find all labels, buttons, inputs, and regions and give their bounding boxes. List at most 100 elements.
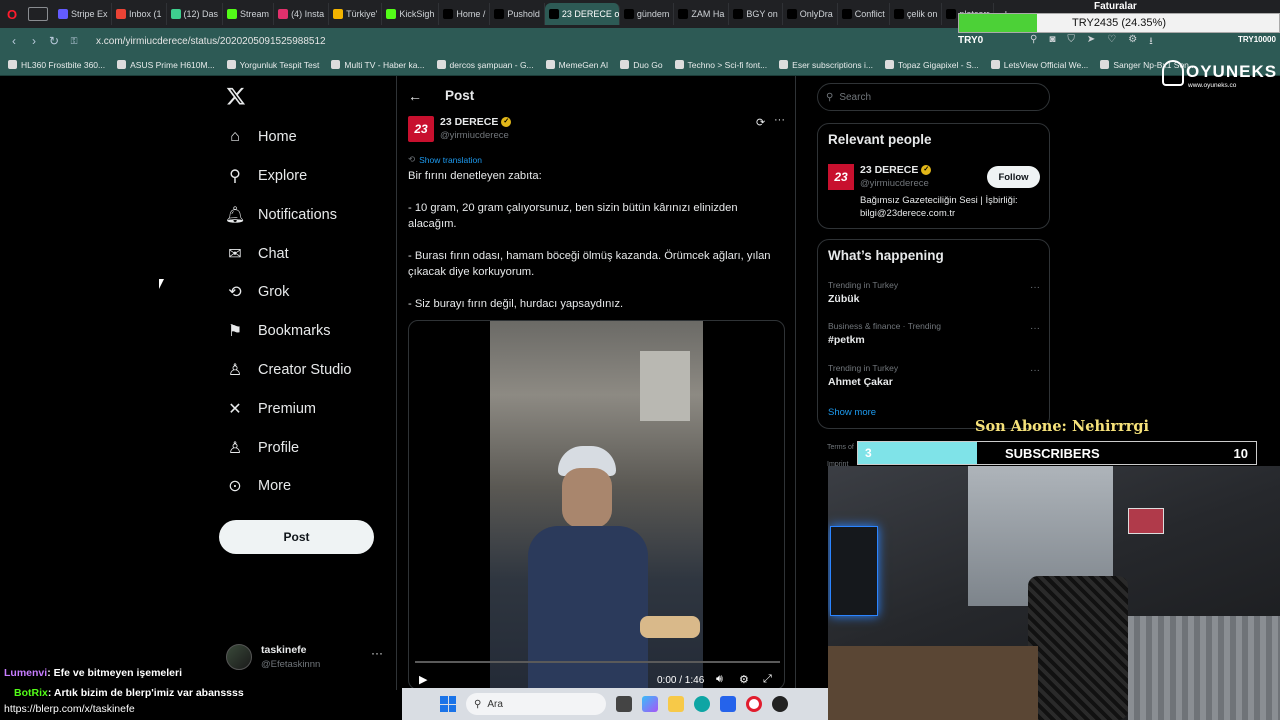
search-input[interactable]: ⚲ Search bbox=[817, 83, 1050, 111]
browser-tab[interactable]: KickSigh bbox=[382, 3, 440, 25]
trend-item[interactable]: Trending in Turkey Ahmet Çakar ··· bbox=[828, 363, 1040, 395]
post-text-line-2: - 10 gram, 20 gram çalıyorsunuz, ben siz… bbox=[408, 202, 738, 230]
more-dots-icon[interactable]: ··· bbox=[1030, 282, 1040, 293]
nav-item-explore[interactable]: ⚲ Explore bbox=[226, 162, 307, 190]
obs-icon[interactable] bbox=[772, 696, 788, 712]
browser-tab[interactable]: gündem bbox=[620, 3, 675, 25]
browser-tab[interactable]: OnlyDra bbox=[783, 3, 838, 25]
opera-icon[interactable] bbox=[746, 696, 762, 712]
heart-icon[interactable]: ♡ bbox=[1107, 34, 1116, 51]
browser-tab[interactable]: 23 DERECE on bbox=[544, 3, 620, 25]
account-switcher[interactable]: taskinefe @Efetaskinnn ··· bbox=[226, 642, 386, 676]
bookmark-item[interactable]: MemeGen AI bbox=[545, 60, 608, 70]
windows-taskbar: ⚲ Ara bbox=[402, 688, 828, 720]
bookmark-item[interactable]: ASUS Prime H610M... bbox=[117, 60, 215, 70]
browser-tab[interactable]: Home / bbox=[439, 3, 491, 25]
follow-button[interactable]: Follow bbox=[987, 166, 1040, 188]
more-dots-icon[interactable]: ··· bbox=[1030, 323, 1040, 334]
pin-icon[interactable]: ⚲ bbox=[1030, 34, 1037, 51]
creator-icon: ♙ bbox=[227, 362, 243, 379]
trend-meta: Business & finance · Trending bbox=[828, 321, 941, 331]
file-explorer-icon[interactable] bbox=[668, 696, 684, 712]
nav-item-notifications[interactable]: 🔔︎ Notifications bbox=[225, 201, 337, 229]
reload-icon[interactable]: ↻ bbox=[44, 34, 64, 48]
person-name[interactable]: 23 DERECE ✓ bbox=[860, 164, 932, 176]
x-logo-icon[interactable] bbox=[226, 86, 246, 108]
browser-tab[interactable]: Conflict bbox=[838, 3, 890, 25]
copilot-icon[interactable] bbox=[642, 696, 658, 712]
shield-icon[interactable]: ⛉ bbox=[1067, 34, 1075, 51]
more-dots-icon[interactable]: ··· bbox=[774, 114, 785, 126]
start-icon[interactable] bbox=[440, 696, 456, 712]
nav-item-premium[interactable]: ✕ Premium bbox=[226, 395, 316, 423]
camera-icon[interactable]: ◙ bbox=[1049, 34, 1055, 51]
nav-item-chat[interactable]: ✉ Chat bbox=[226, 240, 288, 268]
more-dots-icon[interactable]: ··· bbox=[1030, 365, 1040, 376]
more-dots-icon[interactable]: ··· bbox=[371, 646, 383, 660]
browser-tab[interactable]: (12) Das bbox=[167, 3, 224, 25]
bookmark-item[interactable]: LetsView Official We... bbox=[990, 60, 1088, 70]
security-icon[interactable]: ⚿ bbox=[64, 36, 84, 47]
forward-icon[interactable]: › bbox=[24, 34, 44, 48]
tab-overview-icon[interactable] bbox=[28, 7, 48, 21]
browser-tab[interactable]: BGY on bbox=[729, 3, 783, 25]
bookmark-item[interactable]: HL360 Frostbite 360... bbox=[8, 60, 105, 70]
nav-item-grok[interactable]: ⟲ Grok bbox=[226, 278, 289, 306]
bookmark-item[interactable]: Topaz Gigapixel - S... bbox=[884, 60, 979, 70]
nav-item-bookmarks[interactable]: ⚑ Bookmarks bbox=[226, 317, 331, 345]
author-handle[interactable]: @yirmiucderece bbox=[440, 130, 509, 141]
donation-goal-text: TRY2435 (24.35%) bbox=[1072, 17, 1166, 29]
share-icon[interactable]: ➤ bbox=[1087, 34, 1095, 51]
browser-tab[interactable]: Pushold bbox=[490, 3, 545, 25]
fullscreen-icon[interactable]: ⤢ bbox=[763, 673, 772, 686]
person-avatar[interactable]: 23 bbox=[828, 164, 854, 190]
bookmark-favicon-icon bbox=[117, 60, 127, 69]
browser-tab[interactable]: ZAM Ha bbox=[674, 3, 730, 25]
show-more-link[interactable]: Show more bbox=[828, 407, 876, 418]
nav-item-creator-studio[interactable]: ♙ Creator Studio bbox=[226, 356, 352, 384]
video-player[interactable]: ▶ 0:00 / 1:46 🔊︎ ⚙ ⤢ bbox=[408, 320, 785, 690]
tab-favicon-icon bbox=[58, 9, 68, 19]
video-progress-track[interactable] bbox=[415, 661, 780, 663]
nav-item-profile[interactable]: ♙ Profile bbox=[226, 434, 299, 462]
bookmark-item[interactable]: dercos şampuan - G... bbox=[436, 60, 534, 70]
edge-icon[interactable] bbox=[694, 696, 710, 712]
bookmark-item[interactable]: Duo Go bbox=[620, 60, 663, 70]
nav-item-more[interactable]: ⊙ More bbox=[226, 472, 291, 500]
browser-tab[interactable]: çelik on bbox=[890, 3, 943, 25]
settings-icon[interactable]: ⚙ bbox=[739, 673, 749, 686]
browser-tab[interactable]: Stripe Ex bbox=[54, 3, 112, 25]
play-icon[interactable]: ▶ bbox=[419, 673, 427, 686]
trend-item[interactable]: Trending in Turkey Zübük ··· bbox=[828, 280, 1040, 312]
url-field[interactable]: x.com/yirmiucderece/status/2020205091525… bbox=[96, 36, 326, 47]
account-handle: @Efetaskinnn bbox=[261, 659, 321, 670]
extension-icon[interactable]: ⚙ bbox=[1128, 34, 1137, 51]
trend-item[interactable]: Business & finance · Trending #petkm ··· bbox=[828, 321, 1040, 353]
nav-item-home[interactable]: ⌂ Home bbox=[226, 123, 297, 151]
bookmark-item[interactable]: Multi TV - Haber ka... bbox=[331, 60, 425, 70]
author-name[interactable]: 23 DERECE ✓ bbox=[440, 116, 512, 128]
back-icon[interactable]: ‹ bbox=[4, 34, 24, 48]
back-arrow-icon[interactable]: ← bbox=[408, 88, 422, 104]
browser-tab[interactable]: Türkiye' bbox=[329, 3, 383, 25]
volume-icon[interactable]: 🔊︎ bbox=[716, 673, 723, 686]
browser-tab[interactable]: Inbox (1 bbox=[112, 3, 167, 25]
author-avatar[interactable]: 23 bbox=[408, 116, 434, 142]
tab-favicon-icon bbox=[548, 9, 559, 19]
browser-tab[interactable]: (4) Insta bbox=[274, 3, 330, 25]
bookmark-item[interactable]: Eser subscriptions i... bbox=[779, 60, 873, 70]
browser-tab[interactable]: Stream bbox=[223, 3, 275, 25]
footer-links[interactable]: Terms of bbox=[827, 444, 854, 451]
show-translation-link[interactable]: ⟲ Show translation bbox=[408, 154, 482, 165]
avatar bbox=[226, 644, 252, 670]
bookmark-item[interactable]: Yorgunluk Tespit Test bbox=[226, 60, 319, 70]
task-view-icon[interactable] bbox=[616, 696, 632, 712]
opera-logo-icon[interactable]: O bbox=[0, 7, 24, 22]
post-button[interactable]: Post bbox=[219, 520, 374, 554]
grok-icon[interactable]: ⟳ bbox=[756, 116, 765, 129]
bookmark-favicon-icon bbox=[226, 60, 236, 69]
download-icon[interactable]: ⭳ bbox=[1149, 34, 1153, 51]
store-icon[interactable] bbox=[720, 696, 736, 712]
taskbar-search[interactable]: ⚲ Ara bbox=[466, 693, 606, 715]
bookmark-item[interactable]: Techno > Sci-fi font... bbox=[674, 60, 767, 70]
